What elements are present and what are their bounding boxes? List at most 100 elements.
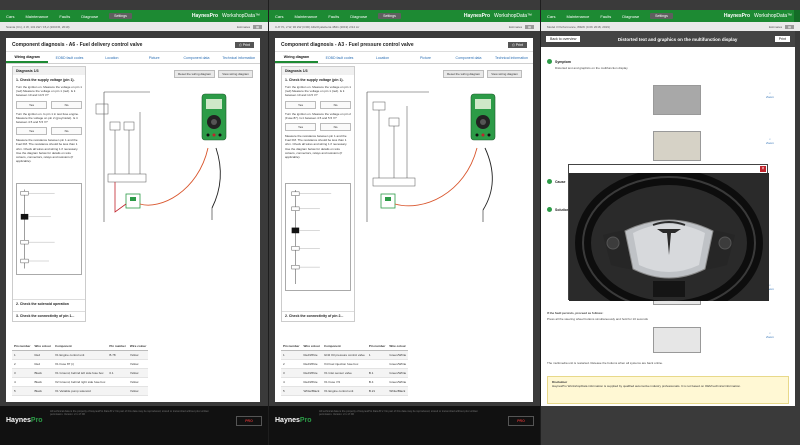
settings-button[interactable]: Settings bbox=[650, 13, 673, 19]
tab-eobd-fault-codes[interactable]: EOBD fault codes bbox=[48, 52, 90, 63]
table-cell: 1 bbox=[366, 350, 388, 360]
tab-technical-information[interactable]: Technical information bbox=[218, 52, 260, 63]
table-row[interactable]: 5 White/Black X1 Engine control unit B.21 Wh… bbox=[281, 386, 409, 396]
table-cell: 3 bbox=[281, 368, 302, 378]
nav-cars[interactable]: Cars bbox=[6, 14, 14, 19]
nav-diagnose[interactable]: Diagnose bbox=[622, 14, 639, 19]
symptom-photo[interactable] bbox=[653, 131, 701, 161]
tab-component-data[interactable]: Component data bbox=[447, 52, 490, 63]
print-button[interactable]: Print bbox=[774, 36, 790, 42]
nav-cars[interactable]: Cars bbox=[547, 14, 555, 19]
tab-technical-information[interactable]: Technical information bbox=[490, 52, 533, 63]
no-button[interactable]: No bbox=[320, 123, 351, 132]
table-cell bbox=[366, 359, 388, 369]
step-3-heading[interactable]: 3. Check the connectivity of pin 1... bbox=[13, 311, 85, 320]
table-row[interactable]: 4 Red/White X1 Fuse 7/2 B.4 Green/White bbox=[281, 377, 409, 387]
nav-maintenance[interactable]: Maintenance bbox=[25, 14, 48, 19]
table-cell: B.1 bbox=[366, 368, 388, 378]
component-diagnosis-card: Component diagnosis - A6 - Fuel delivery… bbox=[6, 38, 260, 402]
estimates-label[interactable]: Estimates bbox=[509, 25, 522, 29]
tab-picture[interactable]: Picture bbox=[133, 52, 175, 63]
table-cell: Yellow bbox=[127, 350, 149, 360]
step-1-heading[interactable]: 1. Check the supply voltage (pin 1). bbox=[13, 75, 85, 84]
cart-icon[interactable]: ▤ bbox=[525, 24, 534, 29]
cart-icon[interactable]: ▤ bbox=[785, 24, 794, 29]
table-row[interactable]: 3 Black X1 Ground, behind left side fuse b… bbox=[12, 368, 149, 378]
zoom-button[interactable]: ⌕ Zoom bbox=[763, 331, 777, 339]
nav-faults[interactable]: Faults bbox=[600, 14, 611, 19]
table-row[interactable]: 3 Red/White X1 Inlet sensor valve B.1 Green/… bbox=[281, 368, 409, 378]
yes-button[interactable]: Yes bbox=[285, 100, 316, 109]
table-row[interactable]: 5 Black X1 Variable pump solenoid Yellow bbox=[12, 386, 149, 396]
tab-component-data[interactable]: Component data bbox=[175, 52, 217, 63]
yes-button[interactable]: Yes bbox=[285, 123, 316, 132]
tab-wiring-diagram[interactable]: Wiring diagram bbox=[275, 52, 318, 63]
nav-maintenance[interactable]: Maintenance bbox=[294, 14, 317, 19]
settings-button[interactable]: Settings bbox=[378, 13, 401, 19]
answer-buttons: Yes No bbox=[282, 99, 354, 111]
print-button[interactable]: ⎙ Print bbox=[508, 41, 527, 48]
lightbox-titlebar: × bbox=[569, 165, 767, 173]
table-cell: Yellow bbox=[127, 359, 149, 369]
wiring-diagram-drawing bbox=[95, 91, 227, 222]
back-to-overview-button[interactable]: Back to overview bbox=[546, 36, 581, 42]
view-diagram-button[interactable]: View wiring diagram bbox=[487, 70, 522, 78]
yes-button[interactable]: Yes bbox=[16, 127, 47, 136]
wiring-diagram[interactable] bbox=[90, 82, 256, 232]
tab-location[interactable]: Location bbox=[91, 52, 133, 63]
no-button[interactable]: No bbox=[51, 127, 82, 136]
cart-icon[interactable]: ▤ bbox=[253, 24, 262, 29]
nav-cars[interactable]: Cars bbox=[275, 14, 283, 19]
print-button[interactable]: ⎙ Print bbox=[235, 41, 254, 48]
section-bullet-icon bbox=[547, 207, 552, 212]
nav-maintenance[interactable]: Maintenance bbox=[566, 14, 589, 19]
column-header: Pin number bbox=[281, 342, 302, 351]
reset-diagram-button[interactable]: Reset the wiring diagram bbox=[174, 70, 216, 78]
tab-location[interactable]: Location bbox=[361, 52, 404, 63]
vehicle-bar: Model 3 Performance, 80kW (0.0K 2018, 20… bbox=[541, 22, 800, 31]
table-cell: Green/White bbox=[387, 368, 409, 378]
table-cell: Red bbox=[32, 350, 53, 360]
view-diagram-button[interactable]: View wiring diagram bbox=[218, 70, 253, 78]
symptom-photo[interactable] bbox=[653, 85, 701, 115]
tab-wiring-diagram[interactable]: Wiring diagram bbox=[6, 52, 49, 63]
no-button[interactable]: No bbox=[51, 100, 82, 109]
step-2-heading[interactable]: 2. Check the connectivity of pin 2... bbox=[282, 311, 354, 320]
diagnosis-title: Diagnosis 1/3 bbox=[282, 67, 354, 75]
zoom-button[interactable]: ⌕ Zoom bbox=[763, 137, 777, 145]
table-cell bbox=[107, 359, 128, 369]
steering-wheel-photo[interactable] bbox=[653, 327, 701, 353]
table-cell: 5 bbox=[281, 386, 302, 396]
step-instruction: Turn the ignition on. Measure the voltag… bbox=[285, 111, 351, 120]
table-row[interactable]: 4 Black X2 Ground, behind right side fuse … bbox=[12, 377, 149, 387]
nav-diagnose[interactable]: Diagnose bbox=[350, 14, 367, 19]
table-row[interactable]: 1 Red/White GN2 Oil pressure control valve… bbox=[281, 350, 409, 360]
step-instruction: Turn the ignition on. Measure the voltag… bbox=[285, 85, 351, 98]
footer-logo-main: Haynes bbox=[275, 417, 300, 424]
footer-logo-accent: Pro bbox=[299, 417, 312, 424]
table-row[interactable]: 1 Red X1 Engine control unit B.78 Yellow bbox=[12, 350, 149, 360]
nav-faults[interactable]: Faults bbox=[59, 14, 70, 19]
page-footer: HaynesPro All technical data is the prop… bbox=[0, 406, 268, 445]
tab-picture[interactable]: Picture bbox=[404, 52, 447, 63]
close-icon[interactable]: × bbox=[760, 166, 766, 172]
yes-button[interactable]: Yes bbox=[16, 100, 47, 109]
table-cell: 5 bbox=[12, 386, 33, 396]
table-row[interactable]: 2 Red X1 Fuse 87 (i) Yellow bbox=[12, 359, 149, 369]
nav-diagnose[interactable]: Diagnose bbox=[81, 14, 98, 19]
step-2-heading[interactable]: 2. Check the solenoid operation bbox=[13, 299, 85, 308]
no-button[interactable]: No bbox=[320, 100, 351, 109]
settings-button[interactable]: Settings bbox=[109, 13, 132, 19]
tab-bar: Wiring diagram EOBD fault codes Location… bbox=[275, 52, 533, 64]
tab-eobd-fault-codes[interactable]: EOBD fault codes bbox=[318, 52, 361, 63]
step-1-heading[interactable]: 1. Check the supply voltage (pin 1). bbox=[282, 75, 354, 84]
wiring-diagram[interactable] bbox=[359, 82, 529, 232]
zoom-button[interactable]: ⌕ Zoom bbox=[763, 91, 777, 99]
reset-diagram-button[interactable]: Reset the wiring diagram bbox=[443, 70, 485, 78]
estimates-label[interactable]: Estimates bbox=[769, 25, 782, 29]
table-row[interactable]: 2 Red/White X4 Fuel injection fuse box Gree… bbox=[281, 359, 409, 369]
estimates-label[interactable]: Estimates bbox=[237, 25, 250, 29]
nav-faults[interactable]: Faults bbox=[328, 14, 339, 19]
connector-schematic-drawing bbox=[291, 189, 332, 285]
table-header: Pin number Wire colour Component Pin num… bbox=[281, 342, 409, 351]
